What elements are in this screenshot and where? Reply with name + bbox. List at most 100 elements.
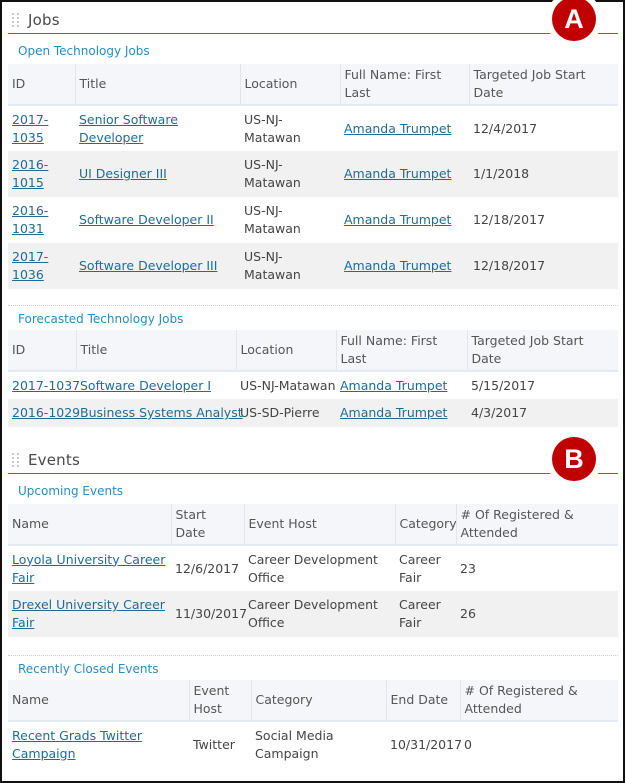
job-id-link[interactable]: 2017-1037: [12, 378, 80, 393]
job-start-date: 12/18/2017: [473, 258, 546, 273]
job-id-link[interactable]: 2016-1015: [12, 157, 48, 190]
job-location: US-NJ-Matawan: [244, 157, 301, 190]
contact-name-link[interactable]: Amanda Trumpet: [340, 405, 447, 420]
job-id-cell: 2017-1035: [8, 105, 75, 151]
column-header[interactable]: Full Name: First Last: [336, 330, 468, 372]
table-row: Loyola University Career Fair 12/6/2017 Ca…: [8, 545, 618, 591]
registered-count-cell: 26: [456, 591, 618, 637]
event-name-link[interactable]: Recent Grads Twitter Campaign: [12, 728, 142, 761]
job-start-date: 4/3/2017: [471, 405, 528, 420]
job-start-date: 12/18/2017: [473, 212, 546, 227]
open-jobs-title: Open Technology Jobs: [18, 44, 150, 58]
job-start-date-cell: 4/3/2017: [467, 399, 618, 427]
event-host: Career Development Office: [248, 551, 378, 585]
column-header[interactable]: ID: [8, 330, 77, 372]
contact-name-link[interactable]: Amanda Trumpet: [344, 121, 451, 136]
registered-count-cell: 0: [460, 721, 618, 767]
job-title-link[interactable]: Business Systems Analyst: [80, 405, 243, 420]
column-header[interactable]: Location: [240, 64, 341, 106]
table-header-row: ID Title Location Full Name: First Last …: [8, 330, 618, 372]
contact-name-link[interactable]: Amanda Trumpet: [344, 212, 451, 227]
event-end-date: 10/31/2017: [390, 736, 463, 752]
open-jobs-table: ID Title Location Full Name: First Last …: [8, 64, 618, 289]
closed-events-title: Recently Closed Events: [18, 662, 159, 676]
job-start-date: 1/1/2018: [473, 166, 530, 181]
column-header[interactable]: Full Name: First Last: [340, 64, 470, 106]
table-row: Drexel University Career Fair 11/30/2017 C…: [8, 591, 618, 637]
contact-name-link[interactable]: Amanda Trumpet: [344, 258, 451, 273]
table-header-row: ID Title Location Full Name: First Last …: [8, 64, 618, 106]
job-title-link[interactable]: Software Developer I: [80, 378, 211, 393]
column-header[interactable]: Event Host: [244, 504, 396, 546]
column-header[interactable]: # Of Registered & Attended: [460, 680, 618, 722]
job-start-date: 12/4/2017: [473, 120, 538, 136]
contact-name-link[interactable]: Amanda Trumpet: [340, 378, 447, 393]
column-header[interactable]: Event Host: [189, 680, 252, 722]
job-title-cell: Software Developer I: [76, 371, 236, 399]
column-header[interactable]: Category: [251, 680, 387, 722]
job-id-link[interactable]: 2017-1036: [12, 249, 48, 282]
table-header-row: Name Start Date Event Host Category # Of…: [8, 504, 618, 546]
callout-marker-b: B: [552, 437, 596, 481]
column-header[interactable]: Targeted Job Start Date: [467, 330, 618, 372]
registered-count: 26: [460, 606, 476, 621]
upcoming-events-table: Name Start Date Event Host Category # Of…: [8, 504, 618, 637]
job-location: US-NJ-Matawan: [244, 111, 301, 145]
contact-name-link[interactable]: Amanda Trumpet: [344, 166, 451, 181]
column-header[interactable]: Name: [8, 680, 190, 722]
event-name-cell: Recent Grads Twitter Campaign: [8, 721, 189, 767]
column-header[interactable]: Targeted Job Start Date: [469, 64, 618, 106]
job-title-link[interactable]: Senior Software Developer: [79, 112, 178, 145]
events-panel: Events B Upcoming Events Name Start Date…: [8, 437, 618, 767]
event-host-cell: Career Development Office: [244, 545, 395, 591]
job-start-date-cell: 12/18/2017: [469, 197, 618, 243]
job-id-cell: 2016-1029: [8, 399, 80, 427]
job-location-cell: US-SD-Pierre: [236, 399, 336, 427]
drag-handle-icon[interactable]: [12, 12, 20, 27]
job-id-cell: 2016-1031: [8, 197, 75, 243]
event-category: Social Media Campaign: [255, 727, 334, 761]
job-id-link[interactable]: 2016-1029: [12, 405, 80, 420]
event-category: Career Fair: [399, 597, 441, 630]
event-category-cell: Social Media Campaign: [251, 721, 386, 767]
event-name-link[interactable]: Loyola University Career Fair: [12, 552, 165, 585]
column-header[interactable]: End Date: [386, 680, 461, 722]
column-header[interactable]: ID: [8, 64, 76, 106]
registered-count-cell: 23: [456, 545, 618, 591]
job-location: US-NJ-Matawan: [244, 203, 301, 236]
column-header[interactable]: Start Date: [171, 504, 245, 546]
column-header[interactable]: Name: [8, 504, 172, 546]
table-row: 2016-1015 UI Designer III US-NJ-Matawan Ama…: [8, 151, 618, 197]
job-start-date-cell: 12/4/2017: [469, 105, 618, 151]
table-row: 2016-1031 Software Developer II US-NJ-Mata…: [8, 197, 618, 243]
event-name-link[interactable]: Drexel University Career Fair: [12, 597, 165, 630]
column-header[interactable]: Title: [75, 64, 241, 106]
forecasted-jobs-title: Forecasted Technology Jobs: [18, 312, 184, 326]
column-header[interactable]: Category: [395, 504, 457, 546]
job-title-cell: Software Developer II: [75, 197, 240, 243]
table-row: 2016-1029 Business Systems Analyst US-SD-P…: [8, 399, 618, 427]
dashboard-frame: Jobs A Open Technology Jobs ID Title Loc…: [0, 0, 625, 783]
column-header[interactable]: Title: [76, 330, 237, 372]
job-title-cell: UI Designer III: [75, 151, 240, 197]
job-title-link[interactable]: Software Developer III: [79, 258, 217, 273]
forecasted-jobs-table: ID Title Location Full Name: First Last …: [8, 330, 618, 427]
job-title-link[interactable]: Software Developer II: [79, 212, 214, 227]
registered-count: 0: [464, 736, 472, 752]
event-category-cell: Career Fair: [395, 545, 456, 591]
drag-handle-icon[interactable]: [12, 452, 20, 467]
registered-count: 23: [460, 560, 476, 576]
job-start-date-cell: 12/18/2017: [469, 243, 618, 289]
column-header[interactable]: # Of Registered & Attended: [456, 504, 618, 546]
table-row: Recent Grads Twitter Campaign Twitter Soci…: [8, 721, 618, 767]
job-id-link[interactable]: 2016-1031: [12, 203, 48, 236]
column-header[interactable]: Location: [236, 330, 337, 372]
table-header-row: Name Event Host Category End Date # Of R…: [8, 680, 618, 722]
events-panel-header[interactable]: Events B: [8, 437, 618, 481]
job-location-cell: US-NJ-Matawan: [240, 197, 340, 243]
job-title-link[interactable]: UI Designer III: [79, 166, 167, 181]
job-title-cell: Business Systems Analyst: [76, 399, 243, 427]
event-end-date-cell: 10/31/2017: [386, 721, 463, 767]
jobs-panel-header[interactable]: Jobs A: [8, 0, 618, 41]
job-id-link[interactable]: 2017-1035: [12, 112, 48, 145]
